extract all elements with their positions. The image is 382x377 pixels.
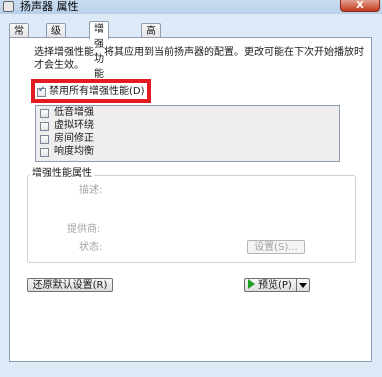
speaker-icon — [3, 1, 14, 12]
list-item[interactable]: 房间修正 — [54, 133, 94, 145]
disable-all-label[interactable]: 禁用所有增强性能(D) — [49, 86, 145, 98]
preview-button[interactable]: 预览(P) — [244, 278, 310, 292]
title-bar: 扬声器 属性 X — [0, 0, 382, 14]
list-item[interactable]: 低音增强 — [54, 107, 94, 119]
tab-panel: 选择增强性能，将其应用到当前扬声器的配置。更改可能在下次开始播放时才会生效。 禁… — [9, 37, 372, 362]
properties-group — [27, 175, 356, 263]
tab-enhancements[interactable]: 增强功能 — [89, 21, 109, 80]
loudness-equalization-checkbox[interactable] — [40, 148, 49, 157]
list-item[interactable]: 响度均衡 — [54, 146, 94, 158]
tab-levels[interactable]: 级别 — [46, 23, 66, 52]
window-title: 扬声器 属性 — [20, 0, 79, 13]
close-button[interactable]: X — [340, 0, 380, 12]
disable-all-checkbox[interactable] — [37, 85, 46, 97]
play-icon — [248, 279, 255, 289]
description-field-label: 描述: — [79, 185, 103, 196]
list-item[interactable]: 虚拟环绕 — [54, 120, 94, 132]
tab-advanced[interactable]: 高级 — [141, 23, 161, 52]
settings-button[interactable]: 设置(S)... — [247, 240, 305, 254]
enhancement-list[interactable]: 低音增强 虚拟环绕 房间修正 响度均衡 — [35, 105, 340, 162]
virtual-surround-checkbox[interactable] — [40, 122, 49, 131]
status-field-label: 状态: — [79, 242, 103, 253]
chevron-down-icon[interactable] — [296, 279, 309, 291]
restore-defaults-button[interactable]: 还原默认设置(R) — [27, 278, 113, 292]
description-text: 选择增强性能，将其应用到当前扬声器的配置。更改可能在下次开始播放时才会生效。 — [34, 47, 364, 71]
properties-group-title: 增强性能属性 — [30, 168, 94, 180]
tab-general[interactable]: 常规 — [9, 23, 29, 52]
preview-label: 预览(P) — [258, 280, 292, 291]
provider-field-label: 提供商: — [67, 224, 101, 235]
room-correction-checkbox[interactable] — [40, 135, 49, 144]
bass-boost-checkbox[interactable] — [40, 109, 49, 118]
